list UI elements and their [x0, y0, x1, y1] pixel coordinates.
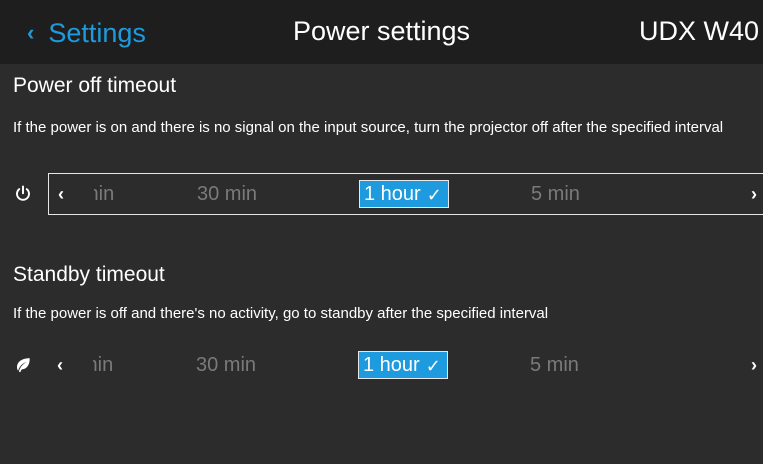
chevron-right-icon[interactable]: › — [751, 185, 757, 203]
option-5-min[interactable]: 5 min — [531, 184, 580, 204]
standby-title: Standby timeout — [13, 263, 165, 286]
power-off-selector[interactable]: ‹ min 30 min 1 hour ✓ 5 min › — [48, 173, 763, 215]
option-30-min[interactable]: 30 min — [196, 355, 256, 375]
chevron-left-icon[interactable]: ‹ — [58, 185, 64, 203]
option-selected[interactable]: 1 hour ✓ — [358, 351, 448, 379]
standby-selector[interactable]: ‹ min 30 min 1 hour ✓ 5 min › — [48, 344, 763, 386]
power-icon — [12, 183, 34, 205]
header-bar: ‹ Settings Power settings UDX W40 — [0, 0, 763, 64]
power-off-description: If the power is on and there is no signa… — [13, 119, 724, 136]
option-5-min[interactable]: 5 min — [530, 355, 579, 375]
standby-description: If the power is off and there's no activ… — [13, 305, 549, 322]
option-selected[interactable]: 1 hour ✓ — [359, 180, 449, 208]
leaf-icon — [12, 354, 34, 376]
selected-label: 1 hour — [363, 354, 420, 376]
option-partial[interactable]: min — [94, 184, 114, 204]
power-off-title: Power off timeout — [13, 74, 177, 97]
device-name: UDX W40 — [638, 16, 759, 46]
checkmark-icon: ✓ — [425, 356, 441, 376]
option-partial[interactable]: min — [93, 355, 113, 375]
chevron-left-icon[interactable]: ‹ — [57, 356, 63, 374]
selected-label: 1 hour — [364, 183, 421, 205]
checkmark-icon: ✓ — [426, 185, 442, 205]
chevron-right-icon[interactable]: › — [751, 356, 757, 374]
option-30-min[interactable]: 30 min — [197, 184, 257, 204]
